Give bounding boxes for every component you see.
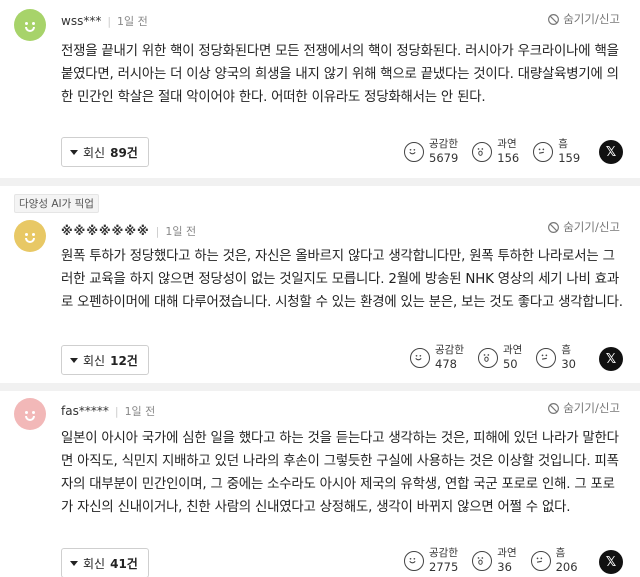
nickname[interactable]: ※※※※※※※ (61, 224, 150, 238)
smile-face-icon (410, 348, 430, 368)
hide-report-button[interactable]: 숨기기/신고 (547, 400, 620, 416)
comment-1: wss*** | 1일 전 숨기기/신고 전쟁을 끝내기 위한 핵이 정당화된다… (0, 0, 640, 177)
timestamp: 1일 전 (124, 405, 156, 418)
reaction-empathy[interactable]: 공감한 478 (410, 344, 464, 372)
reply-button[interactable]: 회신 41건 (61, 548, 149, 577)
caret-down-icon (70, 149, 78, 155)
smile-face-icon (404, 142, 424, 162)
nickname[interactable]: fas***** (61, 404, 109, 418)
surprised-face-icon (472, 142, 493, 162)
divider (0, 178, 640, 186)
comment-meta: wss*** | 1일 전 (61, 14, 148, 28)
ai-pickup-badge: 다양성 AI가 픽업 (14, 194, 99, 213)
caret-down-icon (70, 357, 78, 363)
hide-report-button[interactable]: 숨기기/신고 (547, 219, 620, 235)
reaction-bar: 공감한 478 과연 50 흠 30 (410, 344, 590, 372)
divider (0, 383, 640, 391)
avatar[interactable] (14, 9, 46, 41)
reaction-hmm[interactable]: 흠 30 (536, 344, 576, 372)
thinking-face-icon (536, 348, 557, 368)
avatar[interactable] (14, 398, 46, 430)
thinking-face-icon (533, 142, 554, 162)
hide-icon (548, 402, 560, 414)
caret-down-icon (70, 560, 78, 566)
reaction-bar: 공감한 2775 과연 36 흠 206 (404, 547, 592, 575)
reaction-indeed[interactable]: 과연 36 (472, 547, 517, 575)
comment-2: 다양성 AI가 픽업 ※※※※※※※ | 1일 전 숨기기/신고 원폭 투하가 … (0, 186, 640, 382)
surprised-face-icon (472, 551, 493, 571)
comment-3: fas***** | 1일 전 숨기기/신고 일본이 아시아 국가에 심한 일을… (0, 391, 640, 577)
comment-text: 일본이 아시아 국가에 심한 일을 했다고 하는 것을 듣는다고 생각하는 것은… (61, 431, 619, 515)
reaction-hmm[interactable]: 흠 159 (533, 138, 580, 166)
comment-meta: fas***** | 1일 전 (61, 404, 156, 418)
nickname[interactable]: wss*** (61, 14, 101, 28)
comment-text: 전쟁을 끝내기 위한 핵이 정당화된다면 모든 전쟁에서의 핵이 정당화된다. … (61, 44, 619, 105)
reaction-indeed[interactable]: 과연 156 (472, 138, 519, 166)
hide-icon (548, 13, 560, 25)
timestamp: 1일 전 (117, 15, 148, 28)
reply-button[interactable]: 회신 89건 (61, 137, 149, 167)
avatar[interactable] (14, 220, 46, 252)
x-share-icon[interactable]: 𝕏 (599, 140, 623, 164)
x-share-icon[interactable]: 𝕏 (599, 550, 623, 574)
comment-text: 원폭 투하가 정당했다고 하는 것은, 자신은 올바르지 않다고 생각합니다만,… (61, 249, 623, 310)
timestamp: 1일 전 (165, 225, 197, 238)
surprised-face-icon (477, 348, 498, 368)
reaction-hmm[interactable]: 흠 206 (530, 547, 578, 575)
reaction-empathy[interactable]: 공감한 5679 (404, 138, 458, 166)
hide-report-button[interactable]: 숨기기/신고 (547, 11, 620, 27)
reply-button[interactable]: 회신 12건 (61, 345, 149, 375)
smile-face-icon (404, 551, 424, 571)
reaction-bar: 공감한 5679 과연 156 흠 159 (404, 138, 594, 166)
reaction-indeed[interactable]: 과연 50 (477, 344, 522, 372)
comment-meta: ※※※※※※※ | 1일 전 (61, 224, 197, 238)
thinking-face-icon (530, 551, 551, 571)
x-share-icon[interactable]: 𝕏 (599, 347, 623, 371)
hide-icon (548, 221, 560, 233)
reaction-empathy[interactable]: 공감한 2775 (404, 547, 458, 575)
